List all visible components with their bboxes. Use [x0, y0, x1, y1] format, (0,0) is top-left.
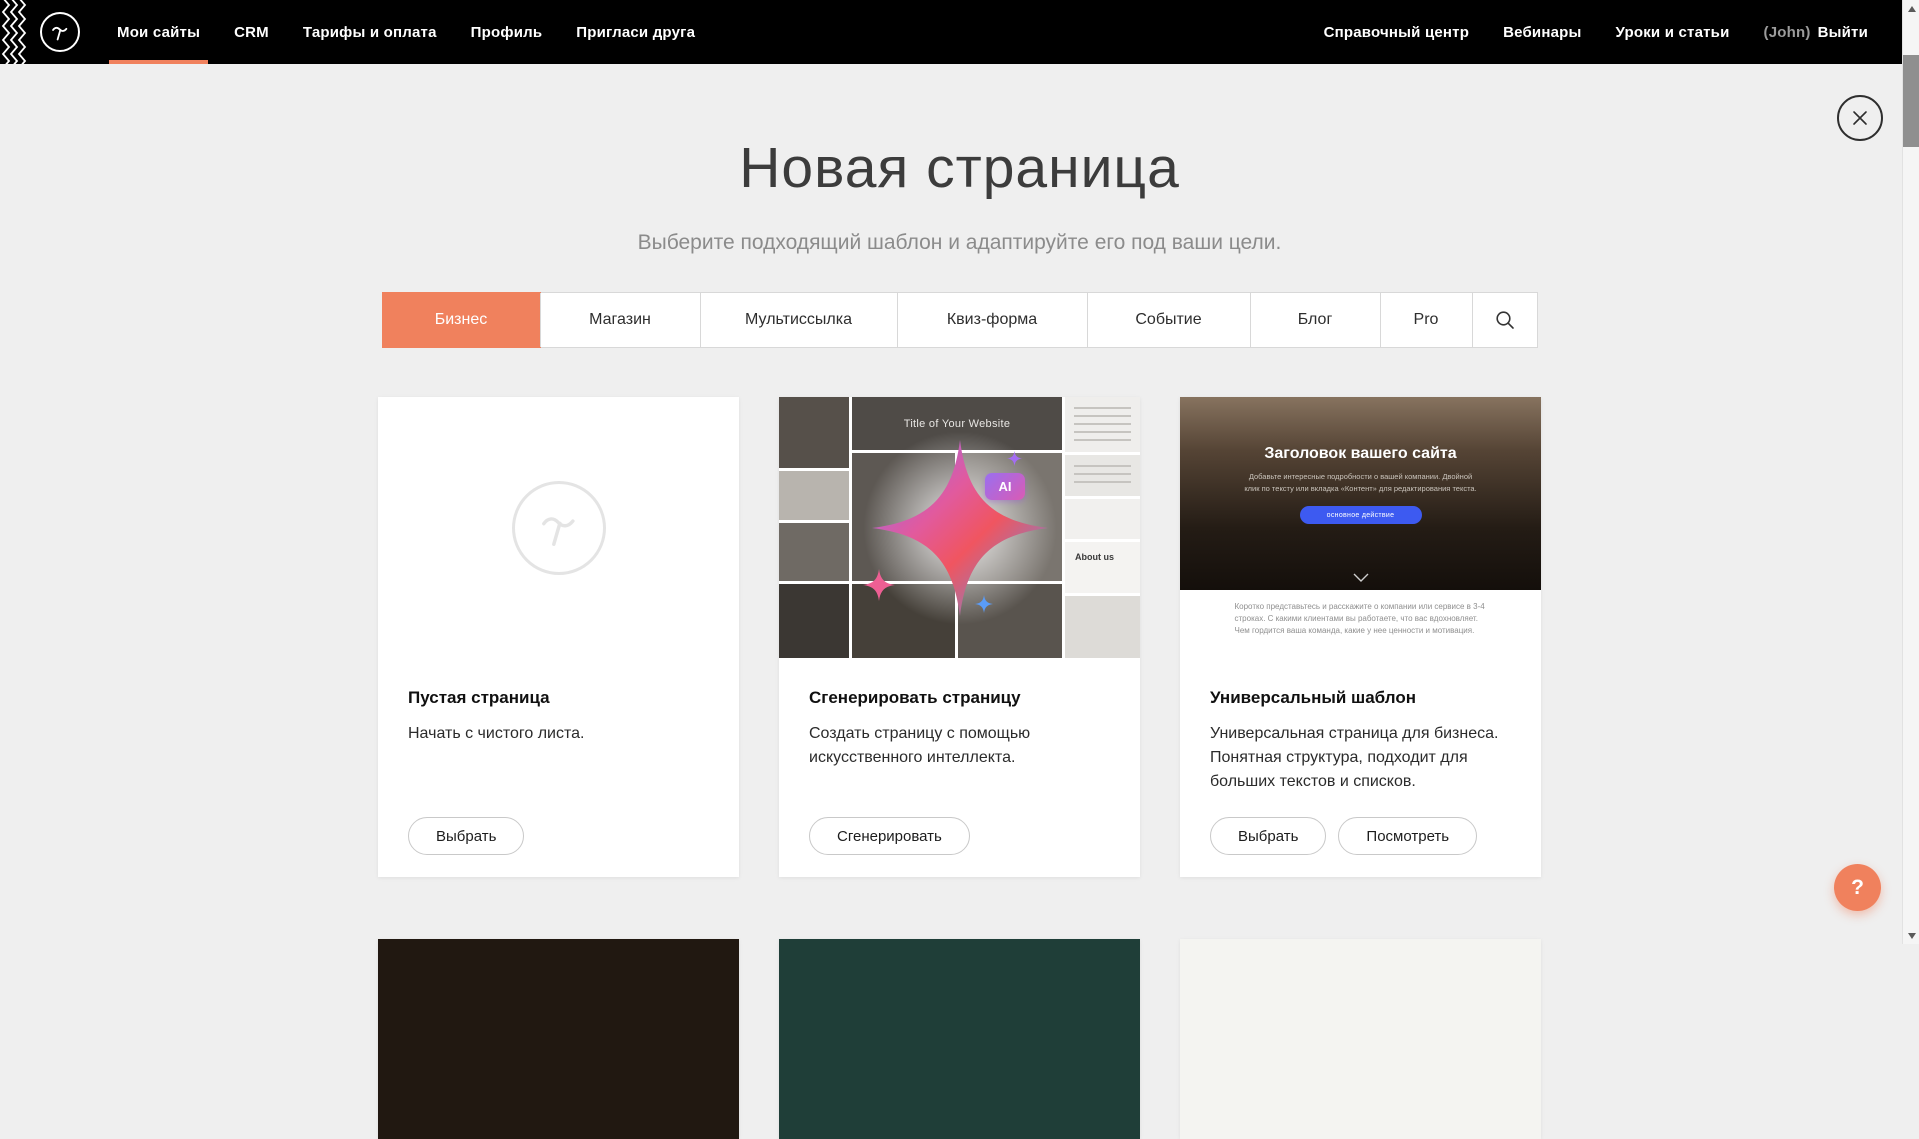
template-preview-body: Коротко представьтесь и расскажите о ком…	[1180, 590, 1541, 658]
template-card-blank-page[interactable]: Пустая страница Начать с чистого листа. …	[378, 397, 739, 877]
tilda-watermark-icon	[512, 481, 606, 575]
logout-label: Выйти	[1818, 24, 1868, 41]
templates-grid: Пустая страница Начать с чистого листа. …	[378, 397, 1541, 877]
small-sparkle-pink-icon	[863, 569, 895, 601]
tab-pro[interactable]: Pro	[1380, 293, 1472, 347]
template-category-tabs: Бизнес Магазин Мультиссылка Квиз-форма С…	[382, 292, 1538, 348]
nav-item-logout[interactable]: (John) Выйти	[1747, 0, 1885, 64]
help-button[interactable]: ?	[1834, 864, 1881, 911]
template-card-partial-1[interactable]	[378, 939, 739, 1139]
tilda-mark-icon	[48, 20, 72, 44]
arrow-down-icon	[1908, 933, 1916, 939]
preview-subheading: Добавьте интересные подробности о вашей …	[1243, 471, 1479, 494]
page-title: Новая страница	[0, 140, 1919, 197]
nav-item-profile[interactable]: Профиль	[454, 0, 560, 64]
navbar-secondary-menu: Справочный центр Вебинары Уроки и статьи…	[1307, 0, 1919, 64]
card-title: Сгенерировать страницу	[809, 688, 1110, 708]
nav-item-tariffs[interactable]: Тарифы и оплата	[286, 0, 454, 64]
choose-button[interactable]: Выбрать	[408, 817, 524, 855]
tilda-logo[interactable]	[40, 12, 80, 52]
preview-cta-button: основное действие	[1300, 506, 1422, 524]
tab-business[interactable]: Бизнес	[383, 293, 540, 347]
top-navbar: Мои сайты CRM Тарифы и оплата Профиль Пр…	[0, 0, 1919, 64]
search-icon	[1494, 309, 1516, 331]
chevron-down-icon	[1353, 573, 1369, 582]
card-title: Универсальный шаблон	[1210, 688, 1511, 708]
nav-item-help-center[interactable]: Справочный центр	[1307, 0, 1487, 64]
template-card-ai-generate[interactable]: Title of Your Website About us	[779, 397, 1140, 877]
zigzag-pattern-icon	[0, 0, 28, 64]
small-sparkle-blue-icon	[975, 595, 993, 613]
template-card-partial-3[interactable]	[1180, 939, 1541, 1139]
nav-item-webinars[interactable]: Вебинары	[1486, 0, 1598, 64]
nav-item-my-sites[interactable]: Мои сайты	[100, 0, 217, 64]
navbar-main-menu: Мои сайты CRM Тарифы и оплата Профиль Пр…	[100, 0, 712, 64]
website-collage: Title of Your Website About us	[779, 397, 1140, 658]
ai-badge: AI	[985, 473, 1025, 500]
card-title: Пустая страница	[408, 688, 709, 708]
blank-page-media	[378, 397, 739, 658]
tab-quiz-form[interactable]: Квиз-форма	[897, 293, 1087, 347]
generate-button[interactable]: Сгенерировать	[809, 817, 970, 855]
nav-item-invite-friend[interactable]: Пригласи друга	[559, 0, 712, 64]
template-card-partial-2[interactable]	[779, 939, 1140, 1139]
choose-button[interactable]: Выбрать	[1210, 817, 1326, 855]
preview-heading: Заголовок вашего сайта	[1180, 397, 1541, 463]
ai-generate-media: Title of Your Website About us	[779, 397, 1140, 658]
small-sparkle-purple-icon	[1007, 451, 1022, 466]
tab-multilink[interactable]: Мультиссылка	[700, 293, 897, 347]
card-body: Универсальный шаблон Универсальная стран…	[1180, 658, 1541, 877]
scroll-up-button[interactable]	[1903, 0, 1919, 17]
close-button[interactable]	[1837, 95, 1883, 141]
tab-blog[interactable]: Блог	[1250, 293, 1380, 347]
scrollbar-thumb[interactable]	[1903, 55, 1919, 147]
universal-template-media: Заголовок вашего сайта Добавьте интересн…	[1180, 397, 1541, 658]
template-card-universal[interactable]: Заголовок вашего сайта Добавьте интересн…	[1180, 397, 1541, 877]
template-preview-hero: Заголовок вашего сайта Добавьте интересн…	[1180, 397, 1541, 590]
preview-button[interactable]: Посмотреть	[1338, 817, 1477, 855]
user-name: (John)	[1764, 24, 1811, 41]
preview-body-text: Коротко представьтесь и расскажите о ком…	[1235, 601, 1487, 637]
arrow-up-icon	[1908, 6, 1916, 12]
card-body: Сгенерировать страницу Создать страницу …	[779, 658, 1140, 877]
card-description: Универсальная страница для бизнеса. Поня…	[1210, 722, 1511, 794]
templates-grid-row-2	[378, 939, 1541, 1139]
scroll-down-button[interactable]	[1903, 927, 1919, 944]
collage-about-label: About us	[1065, 542, 1140, 593]
tab-search[interactable]	[1472, 293, 1537, 347]
vertical-scrollbar[interactable]	[1902, 0, 1919, 944]
new-page-modal: Новая страница Выберите подходящий шабло…	[0, 0, 1919, 1139]
card-description: Начать с чистого листа.	[408, 722, 709, 746]
tab-event[interactable]: Событие	[1087, 293, 1250, 347]
nav-item-crm[interactable]: CRM	[217, 0, 286, 64]
nav-item-lessons[interactable]: Уроки и статьи	[1599, 0, 1747, 64]
close-icon	[1851, 109, 1869, 127]
card-description: Создать страницу с помощью искусственног…	[809, 722, 1110, 770]
tab-store[interactable]: Магазин	[540, 293, 700, 347]
page-subtitle: Выберите подходящий шаблон и адаптируйте…	[0, 231, 1919, 255]
card-body: Пустая страница Начать с чистого листа. …	[378, 658, 739, 877]
